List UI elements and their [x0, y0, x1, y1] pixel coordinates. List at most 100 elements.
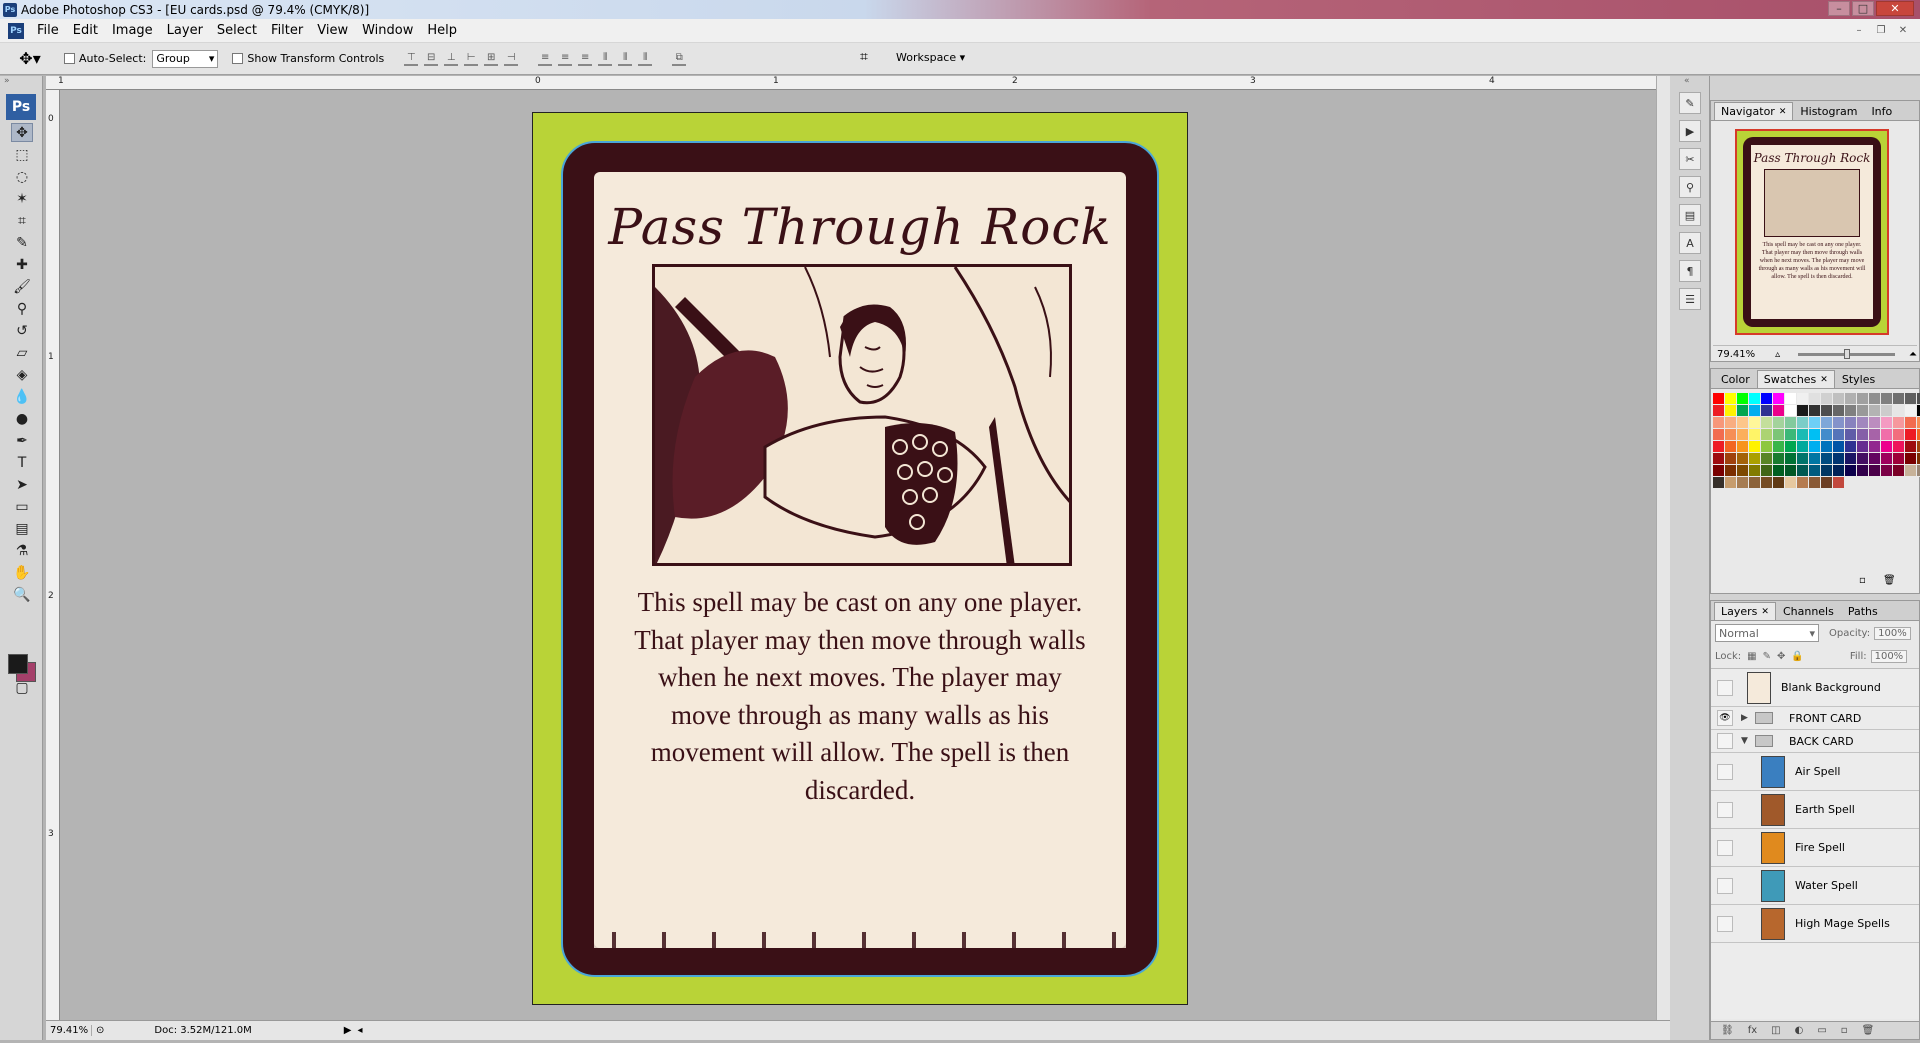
tab-swatches[interactable]: Swatches ✕ — [1756, 370, 1835, 388]
color-swatch[interactable] — [1797, 429, 1809, 441]
color-swatch[interactable] — [1785, 453, 1797, 465]
lock-all-icon[interactable]: 🔒 — [1791, 651, 1803, 662]
color-swatch[interactable] — [1785, 477, 1797, 489]
color-swatch[interactable] — [1713, 405, 1725, 417]
layer-row[interactable]: Blank Background — [1711, 669, 1919, 707]
new-group-icon[interactable]: ▭ — [1817, 1025, 1826, 1036]
new-layer-icon[interactable]: ▫ — [1841, 1025, 1848, 1036]
color-swatch[interactable] — [1773, 453, 1785, 465]
tab-styles[interactable]: Styles — [1835, 370, 1882, 388]
color-swatch[interactable] — [1785, 441, 1797, 453]
align-hcenter-icon[interactable]: ⊞ — [484, 52, 499, 66]
menu-edit[interactable]: Edit — [66, 19, 105, 43]
distribute-left-icon[interactable]: ⫴ — [598, 52, 613, 66]
eraser-tool-icon[interactable]: ▱ — [11, 343, 33, 362]
color-swatch[interactable] — [1809, 393, 1821, 405]
color-swatch[interactable] — [1773, 393, 1785, 405]
delete-layer-icon[interactable]: 🗑 — [1862, 1025, 1875, 1036]
move-tool-preset-icon[interactable]: ✥▾ — [10, 47, 50, 71]
adjustment-layer-icon[interactable]: ◐ — [1795, 1025, 1804, 1036]
layer-row[interactable]: Air Spell — [1711, 753, 1919, 791]
color-swatch[interactable] — [1713, 393, 1725, 405]
link-layers-icon[interactable]: ⛓ — [1721, 1025, 1734, 1036]
color-swatch[interactable] — [1893, 465, 1905, 477]
layer-style-icon[interactable]: fx — [1748, 1025, 1757, 1036]
workspace-menu[interactable]: Workspace ▾ — [896, 51, 965, 64]
color-swatch[interactable] — [1833, 393, 1845, 405]
color-swatch[interactable] — [1761, 393, 1773, 405]
distribute-right-icon[interactable]: ⫴ — [638, 52, 653, 66]
auto-select-checkbox[interactable]: Auto-Select: — [64, 52, 146, 65]
rectangle-tool-icon[interactable]: ▭ — [11, 497, 33, 516]
layer-group-row[interactable]: ▼ BACK CARD — [1711, 730, 1919, 753]
zoom-slider-knob[interactable] — [1844, 349, 1851, 359]
color-swatch[interactable] — [1737, 441, 1749, 453]
layer-comps-icon[interactable]: ▤ — [1679, 204, 1701, 226]
color-swatch[interactable] — [1869, 429, 1881, 441]
doc-restore-button[interactable]: ❐ — [1872, 23, 1890, 38]
color-swatch[interactable] — [1869, 393, 1881, 405]
close-icon[interactable]: ✕ — [1761, 607, 1769, 617]
tab-navigator[interactable]: Navigator ✕ — [1714, 102, 1794, 120]
color-swatch[interactable] — [1845, 405, 1857, 417]
color-swatch[interactable] — [1905, 429, 1917, 441]
menu-window[interactable]: Window — [355, 19, 420, 43]
navigator-zoom-value[interactable]: 79.41% — [1713, 349, 1755, 360]
color-swatch[interactable] — [1845, 417, 1857, 429]
color-swatch[interactable] — [1833, 465, 1845, 477]
lock-position-icon[interactable]: ✥ — [1777, 651, 1785, 662]
color-swatch[interactable] — [1749, 405, 1761, 417]
visibility-eye-icon[interactable] — [1717, 915, 1733, 932]
spell-card[interactable]: Pass Through Rock This spell may be cast… — [532, 112, 1188, 1005]
navigator-preview[interactable]: Pass Through Rock This spell may be cast… — [1735, 129, 1889, 335]
align-bottom-icon[interactable]: ⊥ — [444, 52, 459, 66]
bridge-icon[interactable]: ⌗ — [860, 49, 882, 65]
notes-tool-icon[interactable]: ▤ — [11, 519, 33, 538]
visibility-eye-icon[interactable] — [1717, 801, 1733, 818]
color-swatch[interactable] — [1797, 465, 1809, 477]
color-swatch[interactable] — [1845, 393, 1857, 405]
color-swatch[interactable] — [1785, 417, 1797, 429]
color-swatch[interactable] — [1737, 453, 1749, 465]
distribute-vcenter-icon[interactable]: ≡ — [558, 52, 573, 66]
color-swatch[interactable] — [1797, 417, 1809, 429]
distribute-hcenter-icon[interactable]: ⫴ — [618, 52, 633, 66]
color-swatch[interactable] — [1893, 453, 1905, 465]
color-swatch[interactable] — [1773, 417, 1785, 429]
color-swatch[interactable] — [1809, 405, 1821, 417]
status-menu-icon[interactable]: ⊙ — [96, 1025, 104, 1036]
color-swatch[interactable] — [1809, 453, 1821, 465]
color-swatch[interactable] — [1773, 405, 1785, 417]
maximize-button[interactable]: □ — [1852, 1, 1874, 16]
dock-grip[interactable]: « — [1670, 76, 1709, 86]
menu-image[interactable]: Image — [105, 19, 160, 43]
color-swatch[interactable] — [1737, 405, 1749, 417]
hand-tool-icon[interactable]: ✋ — [11, 563, 33, 582]
tab-channels[interactable]: Channels — [1776, 602, 1841, 620]
color-swatch[interactable] — [1725, 429, 1737, 441]
color-swatch[interactable] — [1713, 477, 1725, 489]
color-swatch[interactable] — [1905, 453, 1917, 465]
foreground-color-swatch[interactable] — [8, 654, 28, 674]
color-swatch[interactable] — [1737, 465, 1749, 477]
color-swatch[interactable] — [1857, 453, 1869, 465]
color-swatch[interactable] — [1821, 453, 1833, 465]
delete-swatch-icon[interactable]: 🗑 — [1883, 575, 1896, 586]
distribute-bottom-icon[interactable]: ≡ — [578, 52, 593, 66]
close-button[interactable]: ✕ — [1876, 1, 1914, 16]
clone-stamp-tool-icon[interactable]: ⚲ — [11, 299, 33, 318]
slice-tool-icon[interactable]: ✎ — [11, 233, 33, 252]
layer-mask-icon[interactable]: ◫ — [1771, 1025, 1780, 1036]
menu-help[interactable]: Help — [420, 19, 464, 43]
color-swatch[interactable] — [1749, 465, 1761, 477]
doc-minimize-button[interactable]: – — [1850, 23, 1868, 38]
auto-align-icon[interactable]: ⧉ — [672, 52, 687, 66]
color-swatch[interactable] — [1749, 417, 1761, 429]
tab-layers[interactable]: Layers ✕ — [1714, 602, 1776, 620]
color-swatch[interactable] — [1833, 477, 1845, 489]
zoom-out-icon[interactable]: ▵ — [1775, 349, 1780, 360]
color-swatch[interactable] — [1821, 429, 1833, 441]
color-swatch[interactable] — [1845, 441, 1857, 453]
color-swatch[interactable] — [1881, 453, 1893, 465]
tab-paths[interactable]: Paths — [1841, 602, 1885, 620]
